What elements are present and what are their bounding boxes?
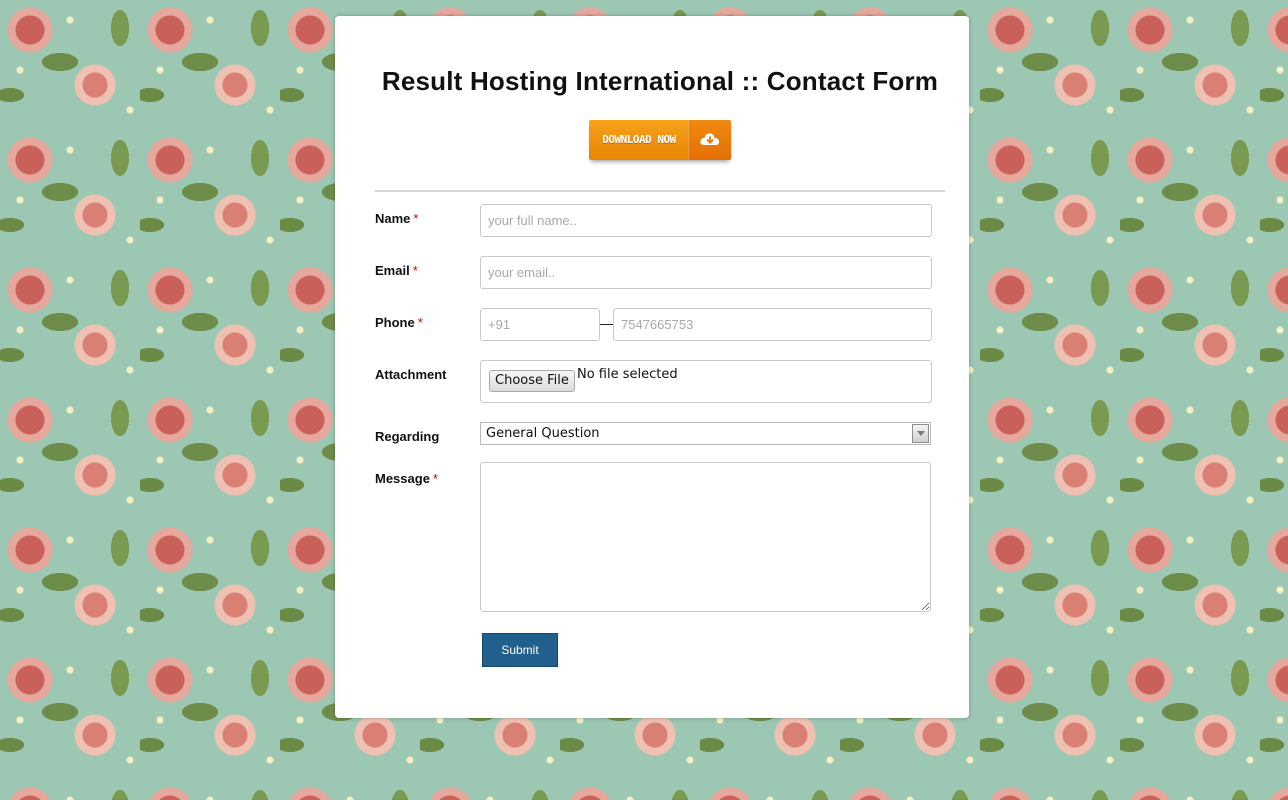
message-textarea[interactable] [480, 462, 931, 612]
form-divider [375, 190, 945, 192]
file-status-text: No file selected [577, 367, 678, 382]
phone-required-mark: * [417, 315, 423, 330]
dropdown-arrow-icon [917, 431, 925, 436]
message-label: Message * [375, 471, 438, 486]
phone-separator [600, 324, 613, 325]
message-label-text: Message [375, 471, 430, 486]
phone-number-input[interactable] [613, 308, 932, 341]
dropdown-arrow-button[interactable] [912, 424, 929, 443]
email-input[interactable] [480, 256, 932, 289]
name-label: Name * [375, 211, 418, 226]
download-now-label: DOWNLOAD NOW [602, 133, 676, 146]
email-label-text: Email [375, 263, 410, 278]
regarding-label: Regarding [375, 429, 440, 444]
name-label-text: Name [375, 211, 411, 226]
cloud-download-icon [700, 133, 720, 145]
attachment-field: Choose File No file selected [480, 360, 932, 403]
email-label: Email * [375, 263, 418, 278]
download-now-button[interactable]: DOWNLOAD NOW [589, 120, 731, 160]
regarding-selected-value: General Question [486, 426, 600, 441]
attachment-label: Attachment [375, 367, 447, 382]
submit-button[interactable]: Submit [482, 633, 558, 667]
phone-code-input[interactable] [480, 308, 600, 341]
page-background: { "form": { "title": "Result Hosting Int… [0, 0, 1288, 800]
choose-file-button[interactable]: Choose File [489, 370, 575, 392]
message-required-mark: * [432, 471, 438, 486]
email-required-mark: * [412, 263, 418, 278]
contact-form-card: Result Hosting International :: Contact … [335, 16, 969, 718]
name-input[interactable] [480, 204, 932, 237]
download-icon-area [688, 120, 731, 160]
regarding-select[interactable]: General Question [480, 422, 931, 445]
name-required-mark: * [413, 211, 419, 226]
page-title: Result Hosting International :: Contact … [381, 66, 939, 96]
phone-label: Phone * [375, 315, 423, 330]
phone-label-text: Phone [375, 315, 415, 330]
